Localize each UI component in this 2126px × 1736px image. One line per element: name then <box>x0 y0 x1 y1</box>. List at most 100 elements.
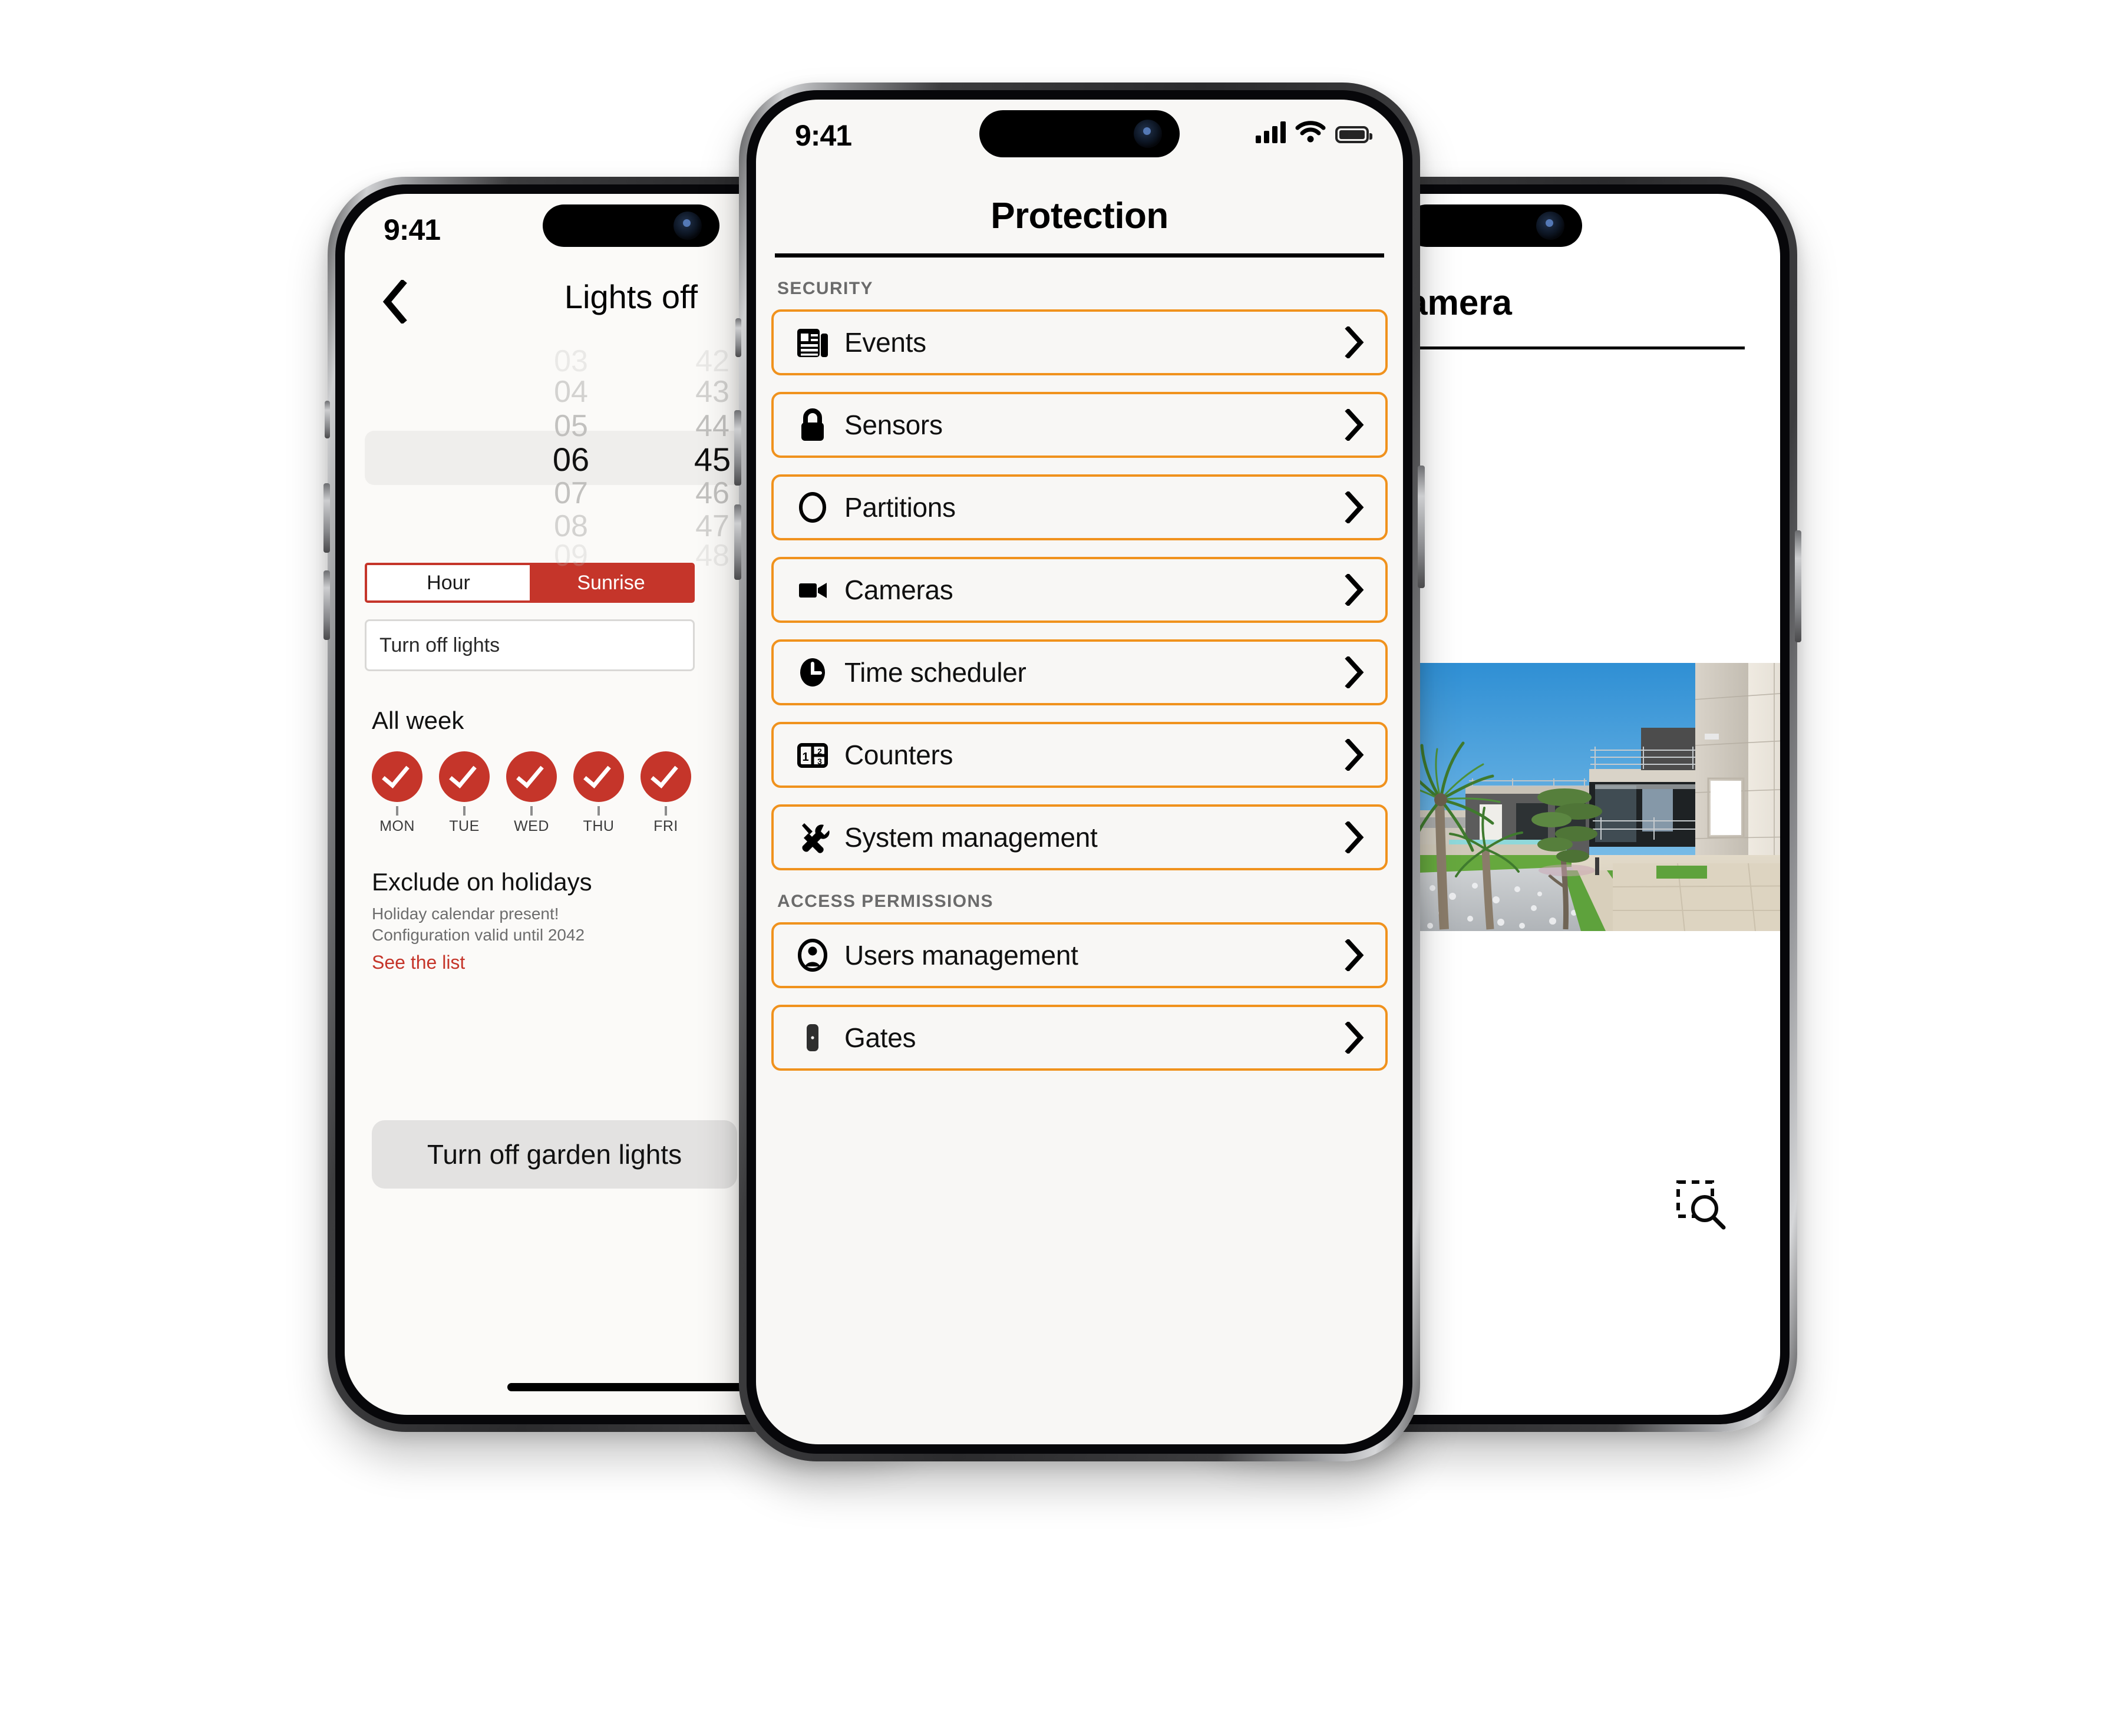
weekday-tick-mark <box>530 806 533 816</box>
lock-icon <box>790 407 835 443</box>
section-label-security: SECURITY <box>777 279 873 298</box>
picker-hour-option[interactable]: 07 <box>521 476 620 511</box>
menu-item-label: Events <box>844 327 926 358</box>
menu-item-gates[interactable]: Gates <box>771 1005 1388 1071</box>
front-camera-lens <box>1134 120 1162 148</box>
garden-camera-photo <box>1418 663 1780 931</box>
menu-item-counters[interactable]: 1 2 3 Counters <box>771 722 1388 788</box>
weekday-item[interactable]: WED <box>506 751 557 835</box>
check-icon <box>583 759 611 788</box>
circle-icon <box>790 489 835 526</box>
title-divider <box>775 253 1384 258</box>
weekday-tick-mark <box>665 806 667 816</box>
menu-item-partitions[interactable]: Partitions <box>771 474 1388 540</box>
zoom-region-icon <box>1676 1180 1726 1230</box>
weekday-label: FRI <box>653 818 678 834</box>
picker-hour-option[interactable]: 04 <box>521 374 620 410</box>
phone-center: 9:41 Protection SECURITY Events Sensors … <box>734 82 1425 1461</box>
check-icon <box>449 759 477 788</box>
remote-control-icon <box>790 1019 835 1056</box>
menu-item-sensors[interactable]: Sensors <box>771 392 1388 458</box>
status-time: 9:41 <box>384 213 441 246</box>
weekday-checkbox-checked[interactable] <box>573 751 624 802</box>
dynamic-island <box>979 110 1180 157</box>
weekday-tick-mark <box>463 806 466 816</box>
weekday-checkbox-checked[interactable] <box>372 751 422 802</box>
schedule-name-input[interactable]: Turn off lights <box>365 619 695 671</box>
weekday-label: WED <box>514 818 549 834</box>
chevron-right-icon <box>1341 1022 1369 1054</box>
status-indicators <box>1256 120 1372 143</box>
weekday-label: TUE <box>449 818 480 834</box>
menu-item-label: Cameras <box>844 575 953 605</box>
weekday-tick-mark <box>396 806 398 816</box>
menu-item-time-scheduler[interactable]: Time scheduler <box>771 639 1388 705</box>
camera-still-image[interactable] <box>1418 663 1780 931</box>
menu-scroll-area[interactable]: SECURITY Events Sensors Partitions Camer… <box>756 279 1403 1071</box>
weekday-item[interactable]: THU <box>573 751 624 835</box>
weekday-checkbox-checked[interactable] <box>506 751 557 802</box>
weekday-label: THU <box>583 818 615 834</box>
weekday-item[interactable]: FRI <box>641 751 691 835</box>
svg-text:2: 2 <box>817 747 822 756</box>
phone-center-bezel: 9:41 Protection SECURITY Events Sensors … <box>747 90 1412 1454</box>
weekday-item[interactable]: MON <box>372 751 422 835</box>
weekday-item[interactable]: TUE <box>439 751 490 835</box>
signal-bars-icon <box>1256 121 1286 143</box>
weekday-tick-mark <box>597 806 600 816</box>
front-camera-lens <box>1536 212 1564 240</box>
volume-down-button[interactable] <box>734 504 741 580</box>
status-bar-center: 9:41 <box>756 100 1403 170</box>
weekday-label: MON <box>379 818 415 834</box>
chevron-right-icon <box>1341 656 1369 688</box>
battery-icon <box>1335 126 1372 143</box>
user-circle-icon <box>790 937 835 973</box>
svg-text:1: 1 <box>802 751 808 764</box>
menu-item-label: System management <box>844 822 1098 853</box>
mute-switch[interactable] <box>325 401 330 438</box>
menu-item-cameras[interactable]: Cameras <box>771 557 1388 623</box>
dynamic-island <box>543 204 719 247</box>
power-button[interactable] <box>1418 466 1425 588</box>
menu-item-system-management[interactable]: System management <box>771 804 1388 870</box>
svg-text:3: 3 <box>817 757 822 766</box>
home-indicator[interactable] <box>507 1383 755 1391</box>
weekday-checkbox-checked[interactable] <box>439 751 490 802</box>
news-list-icon <box>790 324 835 361</box>
menu-item-label: Sensors <box>844 410 943 440</box>
menu-item-users-management[interactable]: Users management <box>771 922 1388 988</box>
power-button[interactable] <box>1795 530 1801 642</box>
mute-switch[interactable] <box>735 318 741 357</box>
dynamic-island <box>1405 204 1582 247</box>
clock-icon <box>790 654 835 691</box>
chevron-right-icon <box>1341 739 1369 771</box>
menu-item-label: Time scheduler <box>844 657 1026 688</box>
chevron-right-icon <box>1341 326 1369 358</box>
chevron-right-icon <box>1341 409 1369 441</box>
picker-hour-option[interactable]: 05 <box>521 408 620 444</box>
chevron-right-icon <box>1341 821 1369 853</box>
menu-item-label: Counters <box>844 740 953 770</box>
volume-down-button[interactable] <box>323 570 330 640</box>
zoom-region-button[interactable] <box>1674 1178 1728 1232</box>
volume-up-button[interactable] <box>323 483 330 553</box>
status-time: 9:41 <box>795 119 852 152</box>
wifi-icon <box>1295 121 1326 143</box>
picker-hour-selected[interactable]: 06 <box>521 440 620 478</box>
menu-item-label: Gates <box>844 1022 916 1053</box>
tools-icon <box>790 819 835 856</box>
video-camera-icon <box>790 572 835 608</box>
turn-off-garden-lights-button[interactable]: Turn off garden lights <box>372 1120 737 1189</box>
volume-up-button[interactable] <box>734 410 741 486</box>
counter-digits-icon: 1 2 3 <box>790 737 835 773</box>
picker-hour-option[interactable]: 03 <box>521 344 620 379</box>
menu-item-events[interactable]: Events <box>771 309 1388 375</box>
check-icon <box>382 759 410 788</box>
phone-center-screen: 9:41 Protection SECURITY Events Sensors … <box>756 100 1403 1444</box>
hour-column[interactable]: 03 04 05 06 07 08 09 <box>521 344 620 573</box>
exclude-holidays-subtitle: Holiday calendar present! Configuration … <box>372 905 585 944</box>
page-title: Protection <box>991 196 1168 236</box>
segment-hour[interactable]: Hour <box>367 565 530 600</box>
weekday-checkbox-checked[interactable] <box>641 751 691 802</box>
picker-hour-option[interactable]: 09 <box>521 538 620 573</box>
